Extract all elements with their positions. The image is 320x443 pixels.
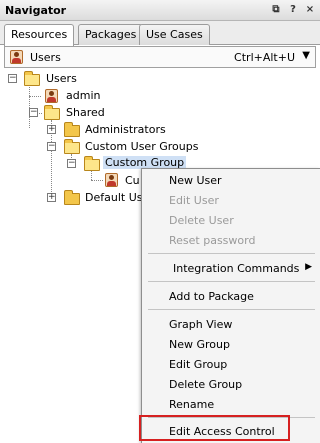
submenu-arrow-icon: ▶ xyxy=(305,262,312,272)
tab-use-cases[interactable]: Use Cases xyxy=(139,24,210,45)
folder-icon xyxy=(24,71,40,86)
menu-item-edit-user: Edit User xyxy=(169,194,219,207)
resource-shortcut: Ctrl+Alt+U xyxy=(234,51,295,64)
tree-connector xyxy=(91,170,92,180)
menu-separator xyxy=(148,281,315,282)
menu-item-edit-group[interactable]: Edit Group xyxy=(169,358,227,371)
collapse-icon[interactable]: − xyxy=(8,74,17,83)
menu-item-rename[interactable]: Rename xyxy=(169,398,214,411)
close-icon[interactable]: × xyxy=(304,3,316,16)
users-icon xyxy=(10,50,23,64)
user-icon xyxy=(45,89,58,103)
tab-bar: Resources Packages Use Cases xyxy=(0,21,320,46)
menu-item-integration-commands[interactable]: Integration Commands xyxy=(173,262,299,275)
chevron-down-icon[interactable]: ▼ xyxy=(302,50,310,61)
tree-connector xyxy=(29,84,30,128)
menu-separator xyxy=(148,253,315,254)
menu-item-add-to-package[interactable]: Add to Package xyxy=(169,290,254,303)
user-icon xyxy=(105,173,118,187)
menu-item-delete-group[interactable]: Delete Group xyxy=(169,378,242,391)
context-menu: New User Edit User Delete User Reset pas… xyxy=(141,168,320,443)
tab-resources[interactable]: Resources xyxy=(4,24,75,46)
collapse-icon[interactable]: − xyxy=(47,142,56,151)
collapse-icon[interactable]: − xyxy=(29,108,38,117)
tab-packages[interactable]: Packages xyxy=(78,24,144,45)
folder-icon xyxy=(64,139,80,154)
panel-title: Navigator xyxy=(5,4,67,17)
tree-node-administrators[interactable]: Administrators xyxy=(85,123,166,136)
tree-node-users[interactable]: Users xyxy=(46,72,77,85)
menu-item-delete-user: Delete User xyxy=(169,214,234,227)
menu-item-graph-view[interactable]: Graph View xyxy=(169,318,232,331)
folder-icon xyxy=(64,190,80,205)
menu-item-new-group[interactable]: New Group xyxy=(169,338,230,351)
tree-node-shared[interactable]: Shared xyxy=(66,106,105,119)
header-icons: ⧉ ? × xyxy=(270,3,316,16)
highlight-annotation xyxy=(139,415,290,441)
tree-node-custom-user-groups[interactable]: Custom User Groups xyxy=(85,140,198,153)
folder-icon xyxy=(84,156,100,171)
resource-selector[interactable]: Users Ctrl+Alt+U ▼ xyxy=(4,46,316,68)
tree-connector xyxy=(91,180,103,181)
tree-node-group-member[interactable]: Cu xyxy=(125,174,140,187)
help-icon[interactable]: ? xyxy=(287,3,299,16)
folder-icon xyxy=(44,105,60,120)
menu-item-new-user[interactable]: New User xyxy=(169,174,222,187)
navigator-header: Navigator ⧉ ? × xyxy=(0,0,320,21)
restore-icon[interactable]: ⧉ xyxy=(270,3,282,16)
expand-icon[interactable]: + xyxy=(47,125,56,134)
collapse-icon[interactable]: − xyxy=(67,159,76,168)
tree-node-admin[interactable]: admin xyxy=(66,89,100,102)
resource-selector-label: Users xyxy=(30,51,61,64)
folder-icon xyxy=(64,122,80,137)
tree-connector xyxy=(29,96,41,97)
menu-item-reset-password: Reset password xyxy=(169,234,256,247)
tree-node-default-users[interactable]: Default Us xyxy=(85,191,142,204)
expand-icon[interactable]: + xyxy=(47,193,56,202)
menu-separator xyxy=(148,309,315,310)
